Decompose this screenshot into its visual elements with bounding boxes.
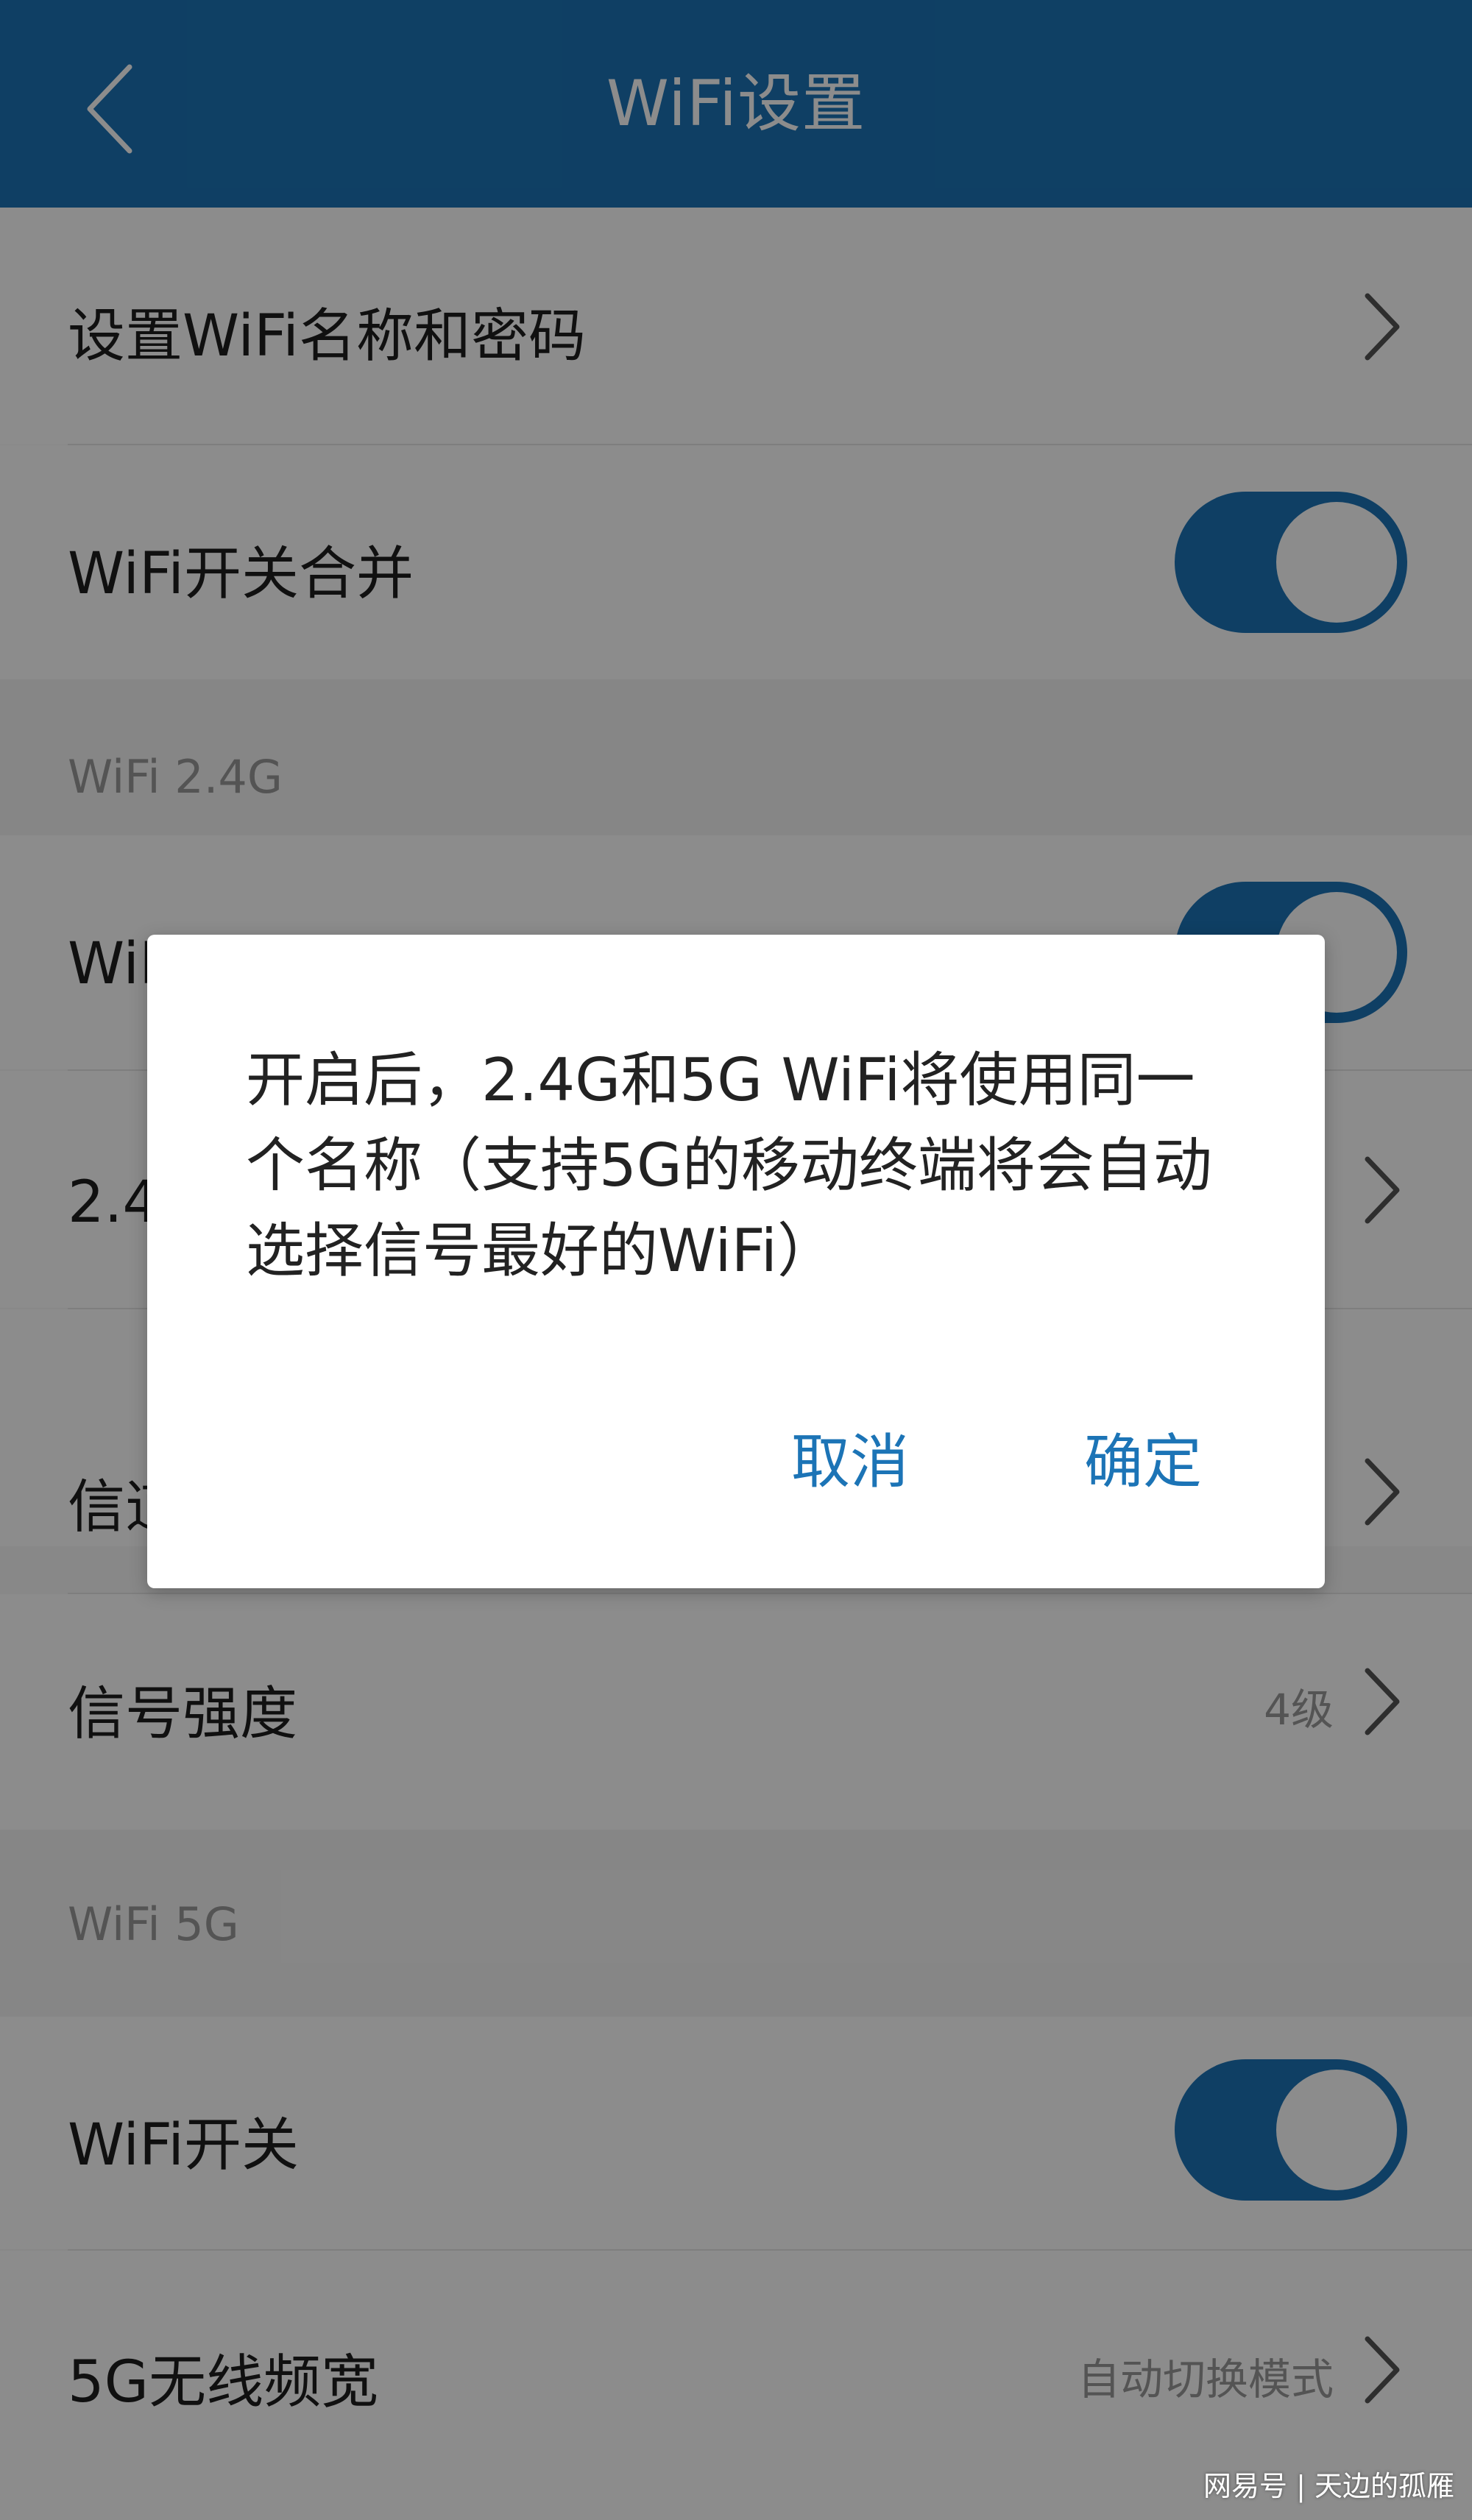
dialog-message: 开启后，2.4G和5G WiFi将使用同一个名称（支持5G的移动终端将会自动选择… xyxy=(246,1046,1212,1285)
watermark: 网易号 | 天边的孤雁 xyxy=(1203,2470,1454,2502)
cancel-button[interactable]: 取消 xyxy=(791,1415,909,1500)
confirm-dialog: 开启后，2.4G和5G WiFi将使用同一个名称（支持5G的移动终端将会自动选择… xyxy=(147,935,1325,1588)
confirm-button[interactable]: 确定 xyxy=(1084,1415,1202,1500)
